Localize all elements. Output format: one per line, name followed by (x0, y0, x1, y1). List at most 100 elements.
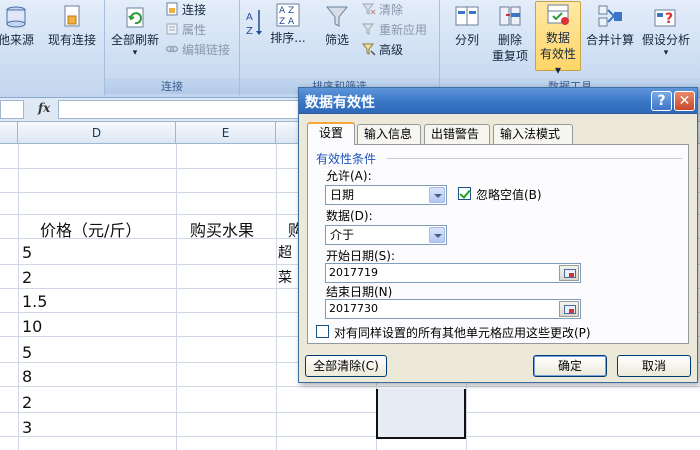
sort-az-icon: A ZZ A (276, 3, 300, 27)
filter-button[interactable]: 筛选 (316, 4, 358, 48)
other-sources-label: 他来源 (0, 33, 34, 47)
tab-error-alert[interactable]: 出错警告 (424, 124, 490, 144)
other-sources-button[interactable]: 他来源 (0, 4, 38, 48)
clear-label: 清除 (379, 3, 404, 17)
connections-group-label: 连接 (105, 78, 239, 94)
cell-price-1[interactable]: 5 (22, 243, 32, 262)
grid-line (176, 144, 177, 450)
connections-button[interactable]: 连接 (165, 0, 206, 20)
selected-range[interactable] (376, 389, 466, 439)
svg-text:?: ? (665, 11, 673, 27)
existing-connections-button[interactable]: 现有连接 (44, 4, 100, 48)
cell-price-2[interactable]: 2 (22, 268, 32, 287)
dialog-titlebar[interactable]: 数据有效性 ? ✕ (299, 88, 697, 114)
refresh-icon (126, 7, 144, 28)
start-date-input[interactable]: 2017719 (325, 263, 581, 283)
name-box[interactable] (0, 100, 24, 119)
data-value: 介于 (330, 228, 355, 242)
chevron-down-icon[interactable] (429, 187, 445, 203)
cell-price-5[interactable]: 5 (22, 343, 32, 362)
cell-price-3[interactable]: 1.5 (22, 292, 47, 311)
allow-select[interactable]: 日期 (325, 185, 447, 205)
text-to-columns-button[interactable]: 分列 (446, 4, 488, 48)
chevron-down-icon[interactable] (429, 227, 445, 243)
grid-line (0, 386, 700, 387)
properties-icon (166, 23, 178, 35)
remove-duplicates-label-2: 重复项 (491, 49, 528, 63)
reapply-button[interactable]: 重新应用 (362, 20, 427, 40)
what-if-label: 假设分析 (641, 33, 690, 47)
connection-file-icon (64, 5, 80, 27)
ignore-blank-checkbox[interactable] (458, 187, 471, 200)
cell-price-7[interactable]: 2 (22, 393, 32, 412)
consolidate-button[interactable]: 合并计算 (582, 4, 638, 48)
data-validation-label-2: 有效性 ▾ (539, 47, 576, 77)
help-button[interactable]: ? (651, 91, 672, 111)
start-date-label: 开始日期(S): (326, 249, 396, 263)
end-date-input[interactable]: 2017730 (325, 299, 581, 319)
ok-button[interactable]: 确定 (533, 355, 607, 377)
cell-price-8[interactable]: 3 (22, 418, 32, 437)
sort-asc-button[interactable]: AZ (244, 6, 264, 42)
advanced-filter-icon (362, 43, 376, 56)
group-divider (386, 158, 682, 159)
corner-cell[interactable] (0, 122, 18, 144)
edit-links-button[interactable]: 编辑链接 (165, 40, 230, 60)
fx-icon[interactable]: fx (38, 101, 50, 115)
properties-label: 属性 (182, 23, 207, 37)
cell-price-4[interactable]: 10 (22, 317, 42, 336)
svg-text:Z: Z (246, 26, 253, 37)
data-validation-dialog: 数据有效性 ? ✕ 设置 输入信息 出错警告 输入法模式 有效性条件 允许(A)… (298, 87, 698, 383)
close-icon: ✕ (678, 93, 691, 109)
what-if-analysis-button[interactable]: ? 假设分析 ▾ (638, 4, 694, 58)
link-icon (165, 45, 179, 53)
sort-az-button[interactable]: A ZZ A 排序... (270, 2, 306, 46)
tab-input-message[interactable]: 输入信息 (357, 124, 421, 144)
cell-price-header[interactable]: 价格（元/斤） (40, 217, 141, 241)
cancel-button[interactable]: 取消 (617, 355, 691, 377)
database-icon (6, 6, 26, 28)
cell-price-6[interactable]: 8 (22, 367, 32, 386)
cell-partial-1[interactable]: 超 (278, 242, 292, 262)
end-date-label: 结束日期(N) (326, 285, 393, 299)
remove-duplicates-button[interactable]: 删除 重复项 (490, 4, 530, 64)
allow-value: 日期 (330, 188, 355, 202)
cell-partial-2[interactable]: 菜 (278, 267, 292, 287)
tab-ime-mode[interactable]: 输入法模式 (493, 124, 573, 144)
column-header-e[interactable]: E (176, 122, 276, 144)
what-if-icon: ? (654, 9, 676, 27)
apply-all-checkbox[interactable] (316, 325, 329, 338)
start-date-value: 2017719 (329, 266, 378, 279)
what-if-dropdown-icon[interactable]: ▾ (638, 48, 694, 58)
refresh-all-button[interactable]: 全部刷新 ▾ (108, 4, 162, 58)
connections-group: 全部刷新 ▾ 连接 属性 编辑链接 连接 (105, 0, 240, 96)
dialog-title: 数据有效性 (305, 95, 375, 111)
range-picker-icon[interactable] (559, 301, 579, 317)
advanced-button[interactable]: 高级 (362, 40, 403, 60)
cell-fruit-header[interactable]: 购买水果 (190, 217, 254, 241)
range-picker-icon[interactable] (559, 265, 579, 281)
data-label: 数据(D): (326, 209, 373, 223)
tab-settings[interactable]: 设置 (307, 122, 355, 145)
filter-label: 筛选 (324, 33, 349, 47)
text-to-columns-icon (455, 6, 479, 26)
ribbon: 他来源 现有连接 全部刷新 ▾ 连接 属性 编辑链接 连接 AZ A ZZ A (0, 0, 700, 98)
properties-button[interactable]: 属性 (165, 20, 206, 40)
end-date-value: 2017730 (329, 302, 378, 315)
sort-label: 排序... (270, 31, 306, 45)
help-icon: ? (657, 93, 666, 109)
text-to-columns-label: 分列 (454, 33, 479, 47)
refresh-dropdown-icon[interactable]: ▾ (108, 48, 162, 58)
apply-all-label: 对有同样设置的所有其他单元格应用这些更改(P) (334, 326, 591, 340)
data-validation-button[interactable]: 数据 有效性 ▾ (535, 1, 581, 77)
close-button[interactable]: ✕ (674, 91, 695, 111)
grid-line (0, 412, 700, 413)
clear-button[interactable]: 清除 (362, 0, 403, 20)
consolidate-icon (598, 5, 622, 27)
svg-text:Z A: Z A (279, 17, 295, 27)
data-select[interactable]: 介于 (325, 225, 447, 245)
clear-all-button[interactable]: 全部清除(C) (305, 355, 387, 377)
data-tools-group: 分列 删除 重复项 数据 有效性 ▾ 合并计算 ? 假设分析 ▾ 数据工具 (440, 0, 700, 96)
column-header-d[interactable]: D (18, 122, 176, 144)
remove-duplicates-label-1: 删除 (497, 33, 522, 47)
